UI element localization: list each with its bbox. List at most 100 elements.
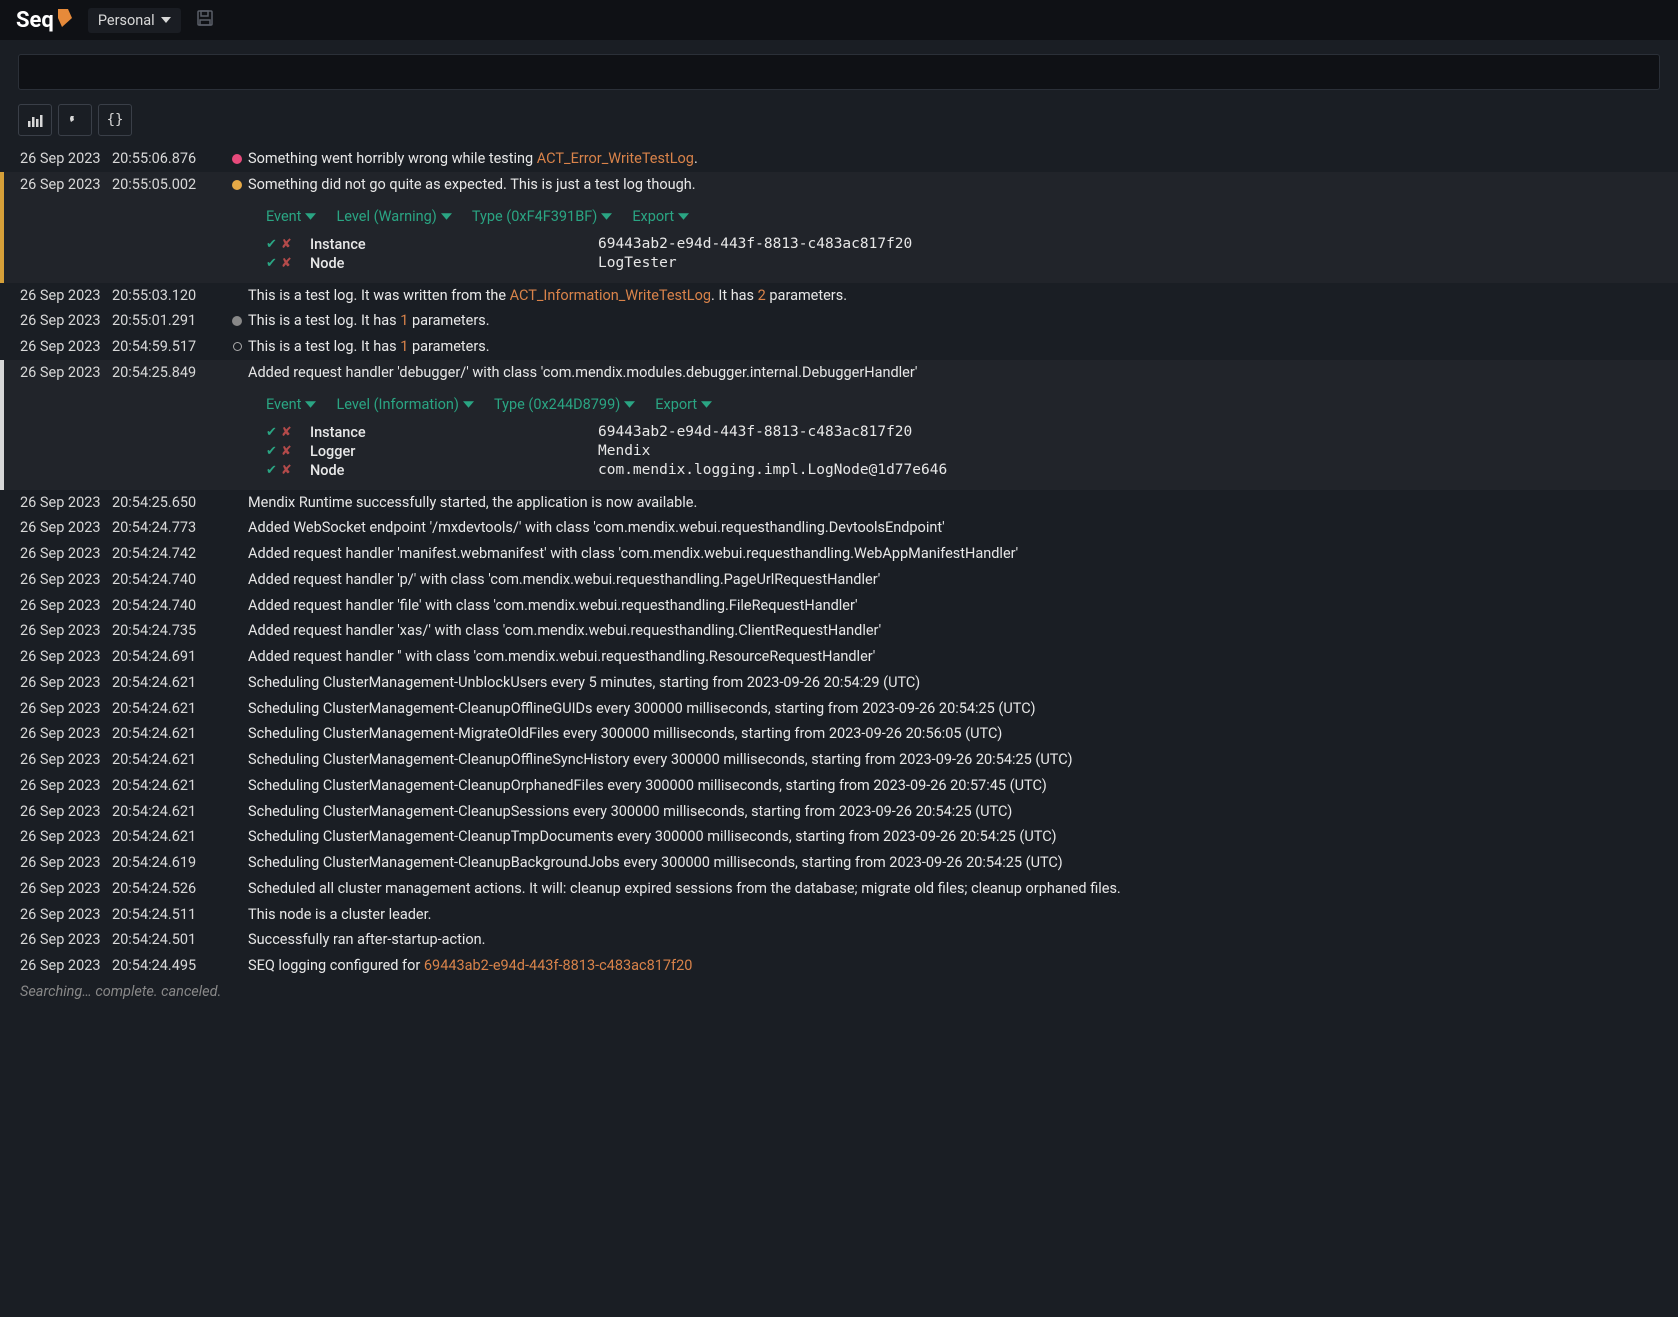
event-level: [226, 174, 248, 196]
prop-actions: ✔✘: [266, 425, 302, 440]
level-dot-none: [232, 729, 242, 739]
event-level: [226, 852, 248, 874]
event-row[interactable]: 26 Sep 202320:54:24.773Added WebSocket e…: [0, 515, 1678, 541]
event-row[interactable]: 26 Sep 202320:54:24.742Added request han…: [0, 541, 1678, 567]
expand-event-dropdown[interactable]: Event: [266, 396, 316, 413]
expand-event-dropdown[interactable]: Event: [266, 208, 316, 225]
quote-button[interactable]: [58, 104, 92, 136]
event-row[interactable]: 26 Sep 202320:54:24.621Scheduling Cluste…: [0, 747, 1678, 773]
event-row[interactable]: 26 Sep 202320:54:24.621Scheduling Cluste…: [0, 696, 1678, 722]
event-row[interactable]: 26 Sep 202320:54:25.650Mendix Runtime su…: [0, 490, 1678, 516]
event-row[interactable]: 26 Sep 202320:55:05.002Something did not…: [0, 172, 1678, 198]
prop-key[interactable]: Logger: [310, 443, 590, 460]
prop-value[interactable]: com.mendix.logging.impl.LogNode@1d77e646: [598, 462, 947, 478]
event-level: [226, 595, 248, 617]
prop-include-icon[interactable]: ✔: [266, 444, 277, 459]
event-row[interactable]: 26 Sep 202320:54:24.621Scheduling Cluste…: [0, 799, 1678, 825]
event-row[interactable]: 26 Sep 202320:54:24.735Added request han…: [0, 618, 1678, 644]
event-row[interactable]: 26 Sep 202320:55:03.120This is a test lo…: [0, 283, 1678, 309]
event-row[interactable]: 26 Sep 202320:54:24.495SEQ logging confi…: [0, 953, 1678, 979]
expand-type-dropdown[interactable]: Type (0x244D8799): [494, 396, 635, 413]
prop-exclude-icon[interactable]: ✘: [281, 237, 292, 252]
toolbar: {}: [0, 104, 1678, 146]
prop-include-icon[interactable]: ✔: [266, 237, 277, 252]
prop-key[interactable]: Instance: [310, 424, 590, 441]
event-message: Scheduling ClusterManagement-CleanupOffl…: [248, 698, 1660, 720]
workspace-selector[interactable]: Personal: [88, 8, 181, 33]
prop-value[interactable]: 69443ab2-e94d-443f-8813-c483ac817f20: [598, 236, 912, 252]
event-message: Scheduling ClusterManagement-CleanupBack…: [248, 852, 1660, 874]
message-link[interactable]: 69443ab2-e94d-443f-8813-c483ac817f20: [424, 957, 693, 974]
message-link[interactable]: ACT_Error_WriteTestLog: [537, 150, 694, 167]
level-dot-error: [232, 154, 242, 164]
event-time: 20:54:24.501: [112, 929, 226, 951]
event-message: Added request handler 'debugger/' with c…: [248, 362, 1660, 384]
event-date: 26 Sep 2023: [10, 775, 112, 797]
message-link[interactable]: ACT_Information_WriteTestLog: [510, 287, 711, 304]
prop-include-icon[interactable]: ✔: [266, 425, 277, 440]
expand-level-dropdown[interactable]: Level (Warning): [336, 208, 451, 225]
event-row[interactable]: 26 Sep 202320:54:24.691Added request han…: [0, 644, 1678, 670]
prop-key[interactable]: Node: [310, 462, 590, 479]
event-row[interactable]: 26 Sep 202320:54:24.621Scheduling Cluste…: [0, 773, 1678, 799]
event-level: [226, 646, 248, 668]
event-time: 20:54:24.526: [112, 878, 226, 900]
save-icon[interactable]: [197, 10, 213, 30]
prop-row: ✔✘Instance69443ab2-e94d-443f-8813-c483ac…: [266, 423, 1660, 442]
event-row[interactable]: 26 Sep 202320:54:24.621Scheduling Cluste…: [0, 670, 1678, 696]
event-message: Scheduling ClusterManagement-MigrateOldF…: [248, 723, 1660, 745]
event-expand-panel: Event Level (Warning) Type (0xF4F391BF) …: [0, 198, 1678, 283]
prop-exclude-icon[interactable]: ✘: [281, 425, 292, 440]
event-date: 26 Sep 2023: [10, 672, 112, 694]
event-row[interactable]: 26 Sep 202320:54:24.526Scheduled all clu…: [0, 876, 1678, 902]
message-link[interactable]: 1: [400, 312, 408, 329]
event-row[interactable]: 26 Sep 202320:55:06.876Something went ho…: [0, 146, 1678, 172]
message-link[interactable]: 2: [758, 287, 766, 304]
expand-export-dropdown[interactable]: Export: [632, 208, 689, 225]
event-date: 26 Sep 2023: [10, 801, 112, 823]
prop-row: ✔✘Nodecom.mendix.logging.impl.LogNode@1d…: [266, 461, 1660, 480]
event-row[interactable]: 26 Sep 202320:55:01.291This is a test lo…: [0, 308, 1678, 334]
event-row[interactable]: 26 Sep 202320:54:24.621Scheduling Cluste…: [0, 721, 1678, 747]
event-time: 20:54:24.619: [112, 852, 226, 874]
logo-icon: [58, 9, 72, 31]
level-dot-none: [232, 600, 242, 610]
event-time: 20:54:24.742: [112, 543, 226, 565]
event-row[interactable]: 26 Sep 202320:54:25.849Added request han…: [0, 360, 1678, 386]
chart-button[interactable]: [18, 104, 52, 136]
event-row[interactable]: 26 Sep 202320:54:59.517This is a test lo…: [0, 334, 1678, 360]
prop-value[interactable]: 69443ab2-e94d-443f-8813-c483ac817f20: [598, 424, 912, 440]
event-message: Scheduling ClusterManagement-CleanupSess…: [248, 801, 1660, 823]
braces-button[interactable]: {}: [98, 104, 132, 136]
prop-include-icon[interactable]: ✔: [266, 256, 277, 271]
message-link[interactable]: 1: [400, 338, 408, 355]
prop-row: ✔ ✘ Node LogTester: [266, 254, 1660, 273]
event-level: [226, 620, 248, 642]
level-dot-none: [232, 678, 242, 688]
event-row[interactable]: 26 Sep 202320:54:24.740Added request han…: [0, 567, 1678, 593]
event-date: 26 Sep 2023: [10, 698, 112, 720]
prop-value[interactable]: Mendix: [598, 443, 650, 459]
prop-exclude-icon[interactable]: ✘: [281, 463, 292, 478]
prop-value[interactable]: LogTester: [598, 255, 677, 271]
prop-key[interactable]: Instance: [310, 236, 590, 253]
event-row[interactable]: 26 Sep 202320:54:24.501Successfully ran …: [0, 927, 1678, 953]
event-row[interactable]: 26 Sep 202320:54:24.619Scheduling Cluste…: [0, 850, 1678, 876]
event-time: 20:54:25.849: [112, 362, 226, 384]
prop-actions: ✔✘: [266, 463, 302, 478]
expand-export-dropdown[interactable]: Export: [655, 396, 712, 413]
event-row[interactable]: 26 Sep 202320:54:24.621Scheduling Cluste…: [0, 824, 1678, 850]
event-row[interactable]: 26 Sep 202320:54:24.511This node is a cl…: [0, 902, 1678, 928]
prop-key[interactable]: Node: [310, 255, 590, 272]
expand-level-dropdown[interactable]: Level (Information): [336, 396, 474, 413]
event-message: Added request handler 'xas/' with class …: [248, 620, 1660, 642]
expand-type-dropdown[interactable]: Type (0xF4F391BF): [472, 208, 612, 225]
event-time: 20:54:24.735: [112, 620, 226, 642]
level-dot-none: [232, 523, 242, 533]
event-row[interactable]: 26 Sep 202320:54:24.740Added request han…: [0, 593, 1678, 619]
prop-include-icon[interactable]: ✔: [266, 463, 277, 478]
prop-exclude-icon[interactable]: ✘: [281, 444, 292, 459]
chevron-down-icon: [305, 213, 316, 220]
search-input[interactable]: [18, 54, 1660, 90]
prop-exclude-icon[interactable]: ✘: [281, 256, 292, 271]
